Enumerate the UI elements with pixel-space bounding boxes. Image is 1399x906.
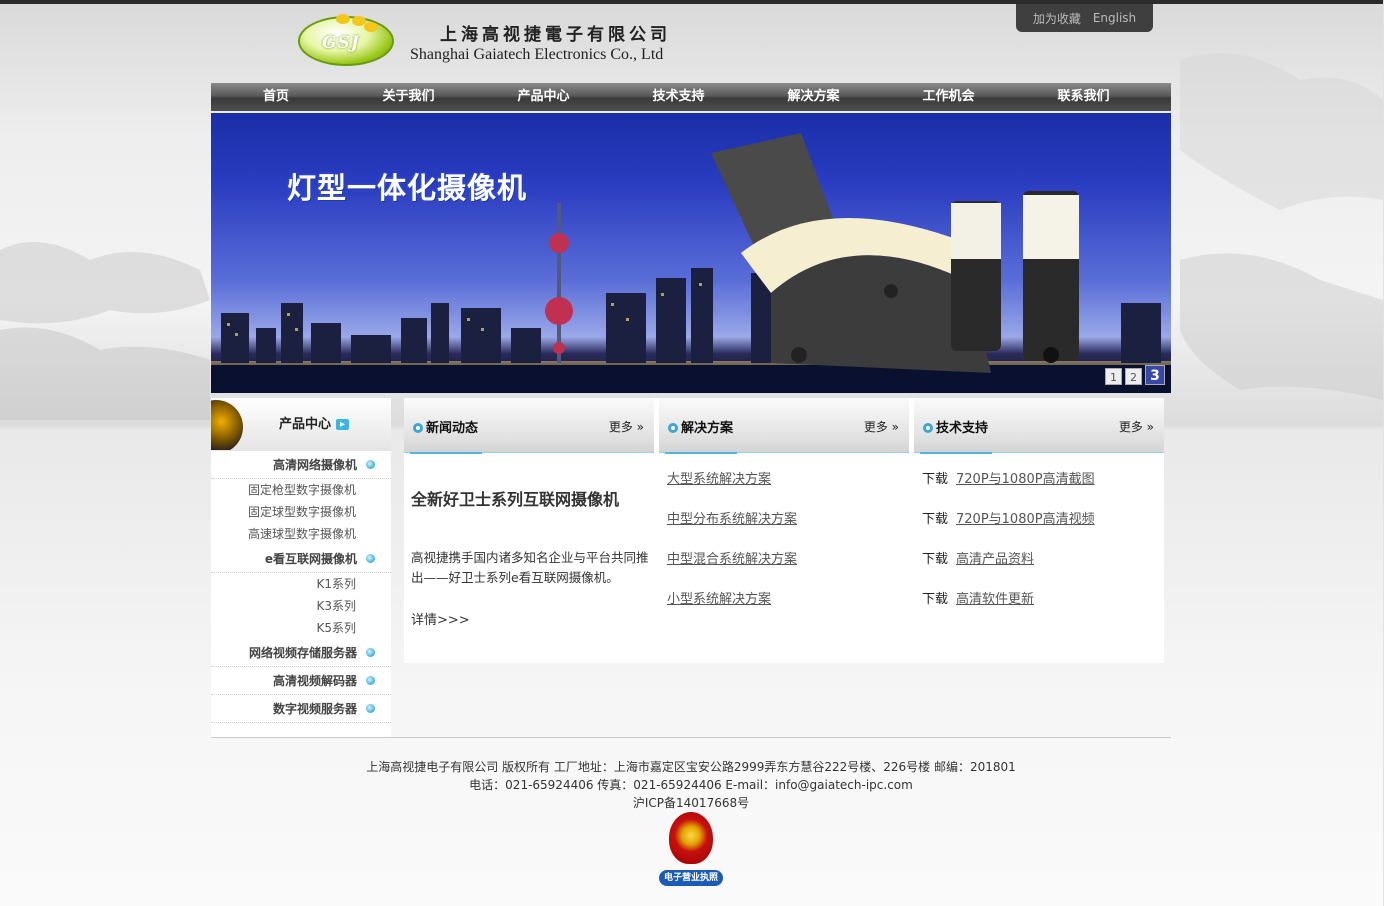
sidebar-category-nvr[interactable]: 网络视频存储服务器 — [211, 639, 391, 667]
sidebar-item-fixed-bullet[interactable]: 固定枪型数字摄像机 — [211, 479, 391, 501]
download-label: 下载 — [922, 472, 949, 487]
page-right-edge — [1383, 0, 1399, 906]
sidebar-title: 产品中心 — [279, 417, 332, 432]
banner-title: 灯型一体化摄像机 — [287, 171, 528, 205]
slide-3-button[interactable]: 3 — [1145, 365, 1165, 385]
download-link-product-docs[interactable]: 高清产品资料 — [956, 552, 1034, 567]
support-panel: 技术支持 更多 » 下载 720P与1080P高清截图 下载 720P与1080P高… — [914, 398, 1164, 663]
news-panel: 新闻动态 更多 » 全新好卫士系列互联网摄像机 高视捷携手国内诸多知名企业与平台… — [404, 398, 654, 663]
solution-link-medium-distributed[interactable]: 中型分布系统解决方案 — [667, 512, 797, 527]
circle-bullet-icon — [923, 423, 933, 433]
logo-text: GSJ — [322, 33, 360, 53]
nav-jobs[interactable]: 工作机会 — [881, 83, 1016, 111]
slide-2-button[interactable]: 2 — [1125, 368, 1142, 385]
solutions-more-link[interactable]: 更多 » — [864, 418, 899, 435]
news-panel-title: 新闻动态 — [426, 421, 479, 436]
sidebar-category-dvs[interactable]: 数字视频服务器 — [211, 695, 391, 723]
business-license-label: 电子营业执照 — [659, 870, 723, 886]
sidebar-category-hd-ip-camera[interactable]: 高清网络摄像机 — [211, 451, 391, 479]
top-links: 加为收藏 English — [1016, 4, 1153, 32]
footer-contact: 电话：021-65924406 传真：021-65924406 E-mail：i… — [469, 778, 913, 792]
product-sidebar: 产品中心 ▸ 高清网络摄像机 固定枪型数字摄像机 固定球型数字摄像机 高速球型数字… — [211, 398, 391, 738]
download-link-software[interactable]: 高清软件更新 — [956, 592, 1034, 607]
circle-bullet-icon — [668, 423, 678, 433]
bullet-icon — [366, 704, 375, 713]
solutions-panel: 解决方案 更多 » 大型系统解决方案 中型分布系统解决方案 中型混合系统解决方案… — [659, 398, 909, 663]
solution-link-medium-hybrid[interactable]: 中型混合系统解决方案 — [667, 552, 797, 567]
gsj-logo-icon: GSJ — [298, 14, 394, 66]
footer-divider — [211, 737, 1171, 738]
slider-pagination: 1 2 3 — [1105, 365, 1165, 385]
english-link[interactable]: English — [1093, 11, 1136, 25]
city-skyline-image — [211, 133, 1171, 393]
bullet-icon — [366, 648, 375, 657]
nav-about[interactable]: 关于我们 — [341, 83, 476, 111]
support-more-link[interactable]: 更多 » — [1119, 418, 1154, 435]
news-more-link[interactable]: 更多 » — [609, 418, 644, 435]
expand-icon[interactable]: ▸ — [336, 419, 350, 430]
sidebar-item-speed-dome[interactable]: 高速球型数字摄像机 — [211, 523, 391, 545]
company-name-en: Shanghai Gaiatech Electronics Co., Ltd — [410, 46, 664, 63]
sidebar-item-k3[interactable]: K3系列 — [211, 595, 391, 617]
slide-1-button[interactable]: 1 — [1105, 368, 1122, 385]
footer-copyright: 上海高视捷电子有限公司 版权所有 工厂地址：上海市嘉定区宝安公路2999弄东方慧… — [366, 760, 1016, 774]
bullet-icon — [366, 460, 375, 469]
solutions-panel-title: 解决方案 — [681, 421, 734, 436]
business-license-badge[interactable]: 电子营业执照 — [659, 808, 723, 888]
sidebar-item-fixed-dome[interactable]: 固定球型数字摄像机 — [211, 501, 391, 523]
bullet-icon — [366, 676, 375, 685]
sidebar-item-k1[interactable]: K1系列 — [211, 573, 391, 595]
download-label: 下载 — [922, 592, 949, 607]
nav-contact[interactable]: 联系我们 — [1016, 83, 1151, 111]
nav-products[interactable]: 产品中心 — [476, 83, 611, 111]
banner-slider[interactable]: 灯型一体化摄像机 1 2 3 — [211, 113, 1171, 393]
solution-link-large[interactable]: 大型系统解决方案 — [667, 472, 771, 487]
download-link-screenshots[interactable]: 720P与1080P高清截图 — [956, 472, 1095, 487]
sidebar-header: 产品中心 ▸ — [211, 398, 391, 451]
nav-solutions[interactable]: 解决方案 — [746, 83, 881, 111]
add-favorite-link[interactable]: 加为收藏 — [1033, 10, 1081, 27]
globe-icon — [211, 400, 245, 450]
sidebar-category-e-look-camera[interactable]: e看互联网摄像机 — [211, 545, 391, 573]
company-logo[interactable]: GSJ 上海高视捷電子有限公司 Shanghai Gaiatech Electr… — [298, 14, 698, 70]
support-panel-title: 技术支持 — [936, 421, 989, 436]
sidebar-category-decoder[interactable]: 高清视频解码器 — [211, 667, 391, 695]
bullet-icon — [366, 554, 375, 563]
nav-home[interactable]: 首页 — [211, 83, 341, 111]
download-link-videos[interactable]: 720P与1080P高清视频 — [956, 512, 1095, 527]
news-headline[interactable]: 全新好卫士系列互联网摄像机 — [411, 486, 619, 510]
footer: 上海高视捷电子有限公司 版权所有 工厂地址：上海市嘉定区宝安公路2999弄东方慧… — [211, 758, 1171, 812]
solution-link-small[interactable]: 小型系统解决方案 — [667, 592, 771, 607]
news-summary: 高视捷携手国内诸多知名企业与平台共同推出——好卫士系列e看互联网摄像机。 — [411, 550, 649, 585]
company-name-cn: 上海高视捷電子有限公司 — [440, 25, 671, 45]
content-panels: 新闻动态 更多 » 全新好卫士系列互联网摄像机 高视捷携手国内诸多知名企业与平台… — [404, 398, 1164, 663]
download-label: 下载 — [922, 512, 949, 527]
main-nav: 首页 关于我们 产品中心 技术支持 解决方案 工作机会 联系我们 — [211, 83, 1171, 111]
national-emblem-icon — [669, 812, 713, 864]
nav-support[interactable]: 技术支持 — [611, 83, 746, 111]
download-label: 下载 — [922, 552, 949, 567]
sidebar-item-k5[interactable]: K5系列 — [211, 617, 391, 639]
circle-bullet-icon — [413, 423, 423, 433]
news-detail-link[interactable]: 详情>>> — [411, 609, 470, 628]
